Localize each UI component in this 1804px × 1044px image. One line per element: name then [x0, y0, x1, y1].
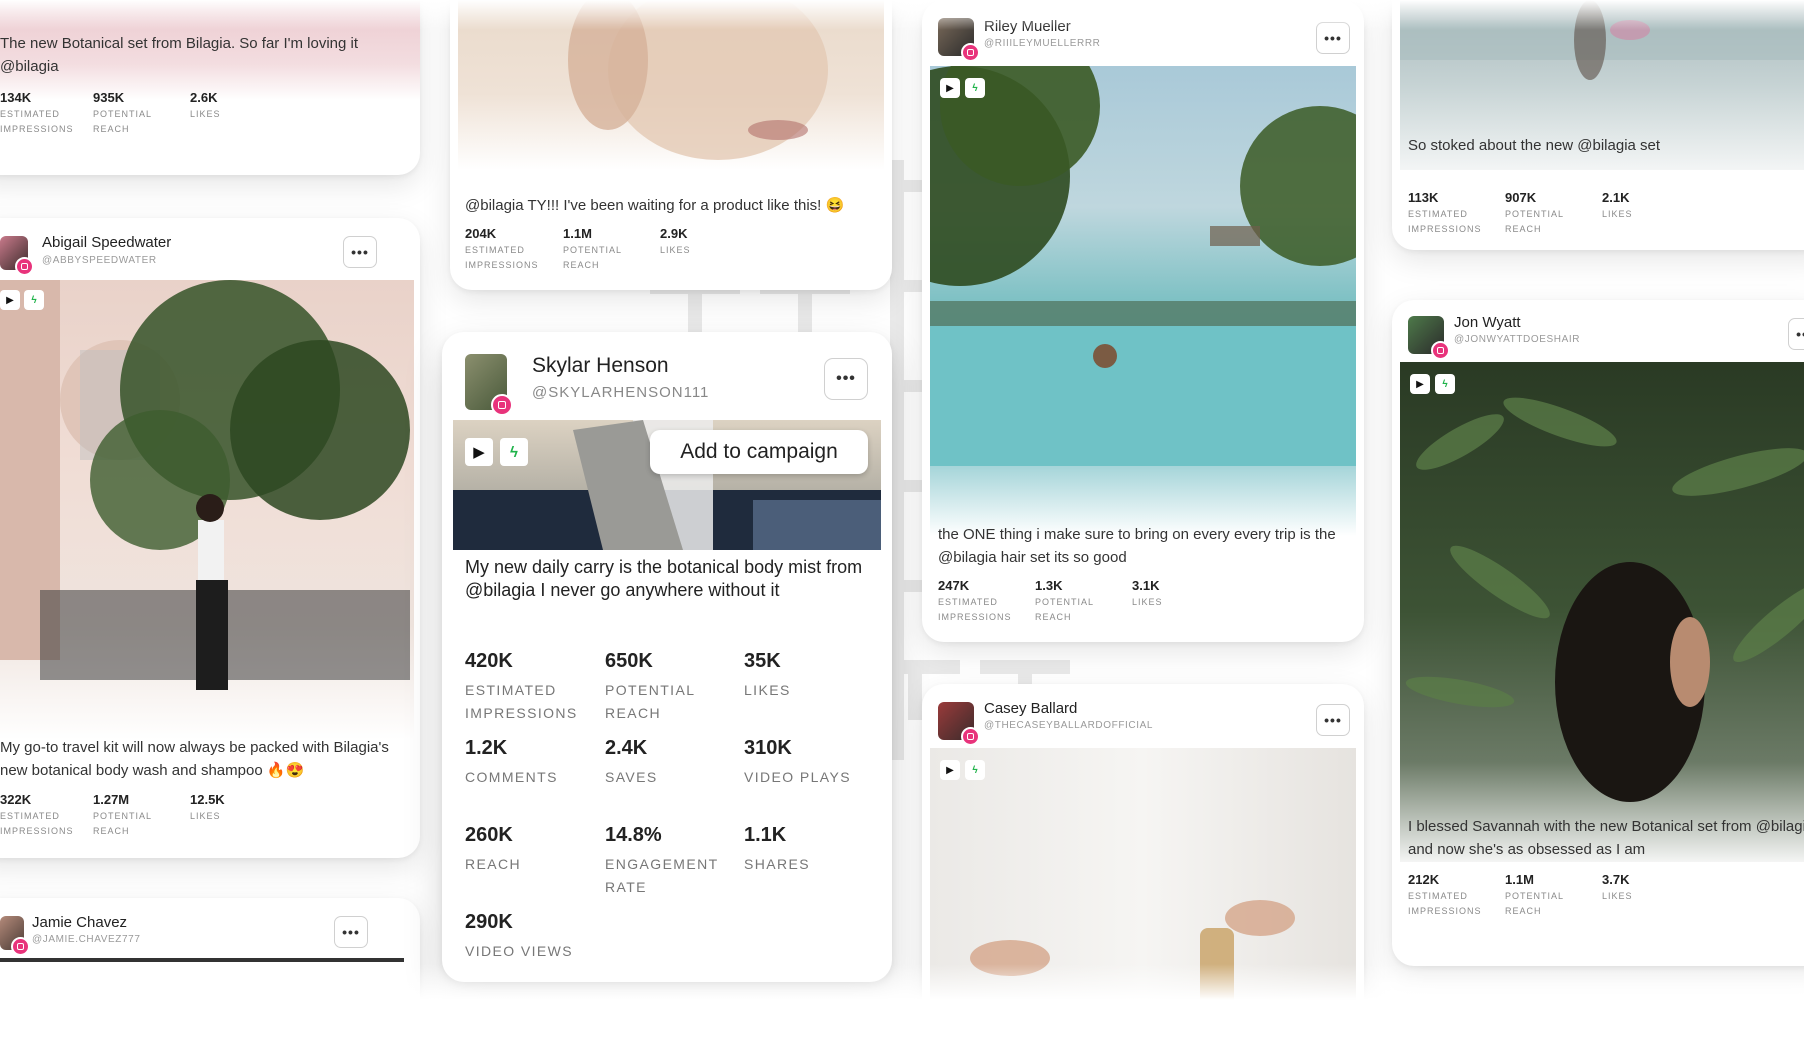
- instagram-icon: [11, 937, 30, 956]
- user-handle: @JONWYATTDOESHAIR: [1454, 334, 1581, 345]
- stat-potential-reach: 907K POTENTIAL REACH: [1505, 190, 1564, 234]
- more-options-button[interactable]: •••: [343, 236, 377, 268]
- post-caption: The new Botanical set from Bilagia. So f…: [0, 35, 359, 75]
- post-image[interactable]: [930, 748, 1356, 1044]
- more-options-button[interactable]: •••: [334, 916, 368, 948]
- stat-comments: 1.2K COMMENTS: [465, 737, 558, 785]
- stat-likes: 2.1K LIKES: [1602, 190, 1633, 219]
- stat-potential-reach: 935K POTENTIAL REACH: [93, 90, 152, 134]
- avatar: [465, 354, 513, 416]
- avatar: [938, 18, 980, 62]
- avatar: [1408, 316, 1450, 360]
- post-card[interactable]: Jon Wyatt @JONWYATTDOESHAIR ••• ▶ ϟ I bl…: [1392, 300, 1804, 966]
- user-name: Abigail Speedwater: [42, 234, 172, 251]
- stat-potential-reach: 650K POTENTIAL REACH: [605, 650, 695, 721]
- instagram-icon: [1431, 341, 1450, 360]
- post-photo: [1405, 397, 1804, 802]
- bolt-icon[interactable]: ϟ: [24, 290, 44, 310]
- post-caption: My new daily carry is the botanical body…: [465, 557, 863, 600]
- post-photo: [0, 280, 410, 690]
- user-name: Riley Mueller: [984, 18, 1071, 35]
- post-image[interactable]: [930, 66, 1356, 536]
- post-card[interactable]: The new Botanical set from Bilagia. So f…: [0, 0, 420, 175]
- post-card[interactable]: Abigail Speedwater @ABBYSPEEDWATER ••• ▶…: [0, 218, 420, 858]
- instagram-icon: [961, 43, 980, 62]
- stat-likes: 3.1K LIKES: [1132, 578, 1163, 607]
- post-caption: the ONE thing i make sure to bring on ev…: [938, 526, 1336, 566]
- post-image[interactable]: [1400, 362, 1804, 862]
- user-name: Skylar Henson: [532, 354, 669, 377]
- more-options-button[interactable]: •••: [1788, 318, 1804, 350]
- post-image[interactable]: [0, 280, 414, 740]
- stat-engagement-rate: 14.8% ENGAGEMENT RATE: [605, 824, 719, 895]
- user-name: Jamie Chavez: [32, 914, 128, 931]
- play-icon[interactable]: ▶: [1410, 374, 1430, 394]
- avatar: [0, 236, 34, 276]
- post-image[interactable]: [0, 958, 404, 962]
- avatar: [938, 702, 980, 746]
- user-handle: @RIIILEYMUELLERRR: [984, 38, 1101, 49]
- post-card[interactable]: Riley Mueller @RIIILEYMUELLERRR ••• ▶ ϟ …: [922, 0, 1364, 642]
- post-caption: So stoked about the new @bilagia set: [1408, 137, 1661, 154]
- stat-impressions: 113K ESTIMATED IMPRESSIONS: [1408, 190, 1482, 234]
- stat-video-views: 290K VIDEO VIEWS: [465, 911, 573, 959]
- stat-likes: 35K LIKES: [744, 650, 791, 698]
- post-caption: I blessed Savannah with the new Botanica…: [1408, 818, 1804, 858]
- post-caption: @bilagia TY!!! I've been waiting for a p…: [465, 197, 845, 214]
- post-card[interactable]: @bilagia TY!!! I've been waiting for a p…: [450, 0, 892, 290]
- post-card[interactable]: Casey Ballard @THECASEYBALLARDOFFICIAL •…: [922, 684, 1364, 1044]
- stat-video-plays: 310K VIDEO PLAYS: [744, 737, 851, 785]
- more-options-button[interactable]: •••: [1316, 22, 1350, 54]
- stat-potential-reach: 1.3K POTENTIAL REACH: [1035, 578, 1094, 622]
- post-card[interactable]: Jamie Chavez @JAMIE.CHAVEZ777 •••: [0, 898, 420, 1038]
- stat-potential-reach: 1.1M POTENTIAL REACH: [563, 226, 622, 270]
- stat-saves: 2.4K SAVES: [605, 737, 658, 785]
- user-name: Jon Wyatt: [1454, 314, 1521, 331]
- stat-reach: 260K REACH: [465, 824, 522, 872]
- post-photo: [568, 0, 828, 160]
- stat-likes: 2.6K LIKES: [190, 90, 221, 119]
- play-icon[interactable]: ▶: [940, 760, 960, 780]
- post-photo: [930, 66, 1356, 466]
- user-name: Casey Ballard: [984, 700, 1078, 717]
- more-options-button[interactable]: •••: [824, 358, 868, 400]
- stat-impressions: 204K ESTIMATED IMPRESSIONS: [465, 226, 539, 270]
- stat-impressions: 322K ESTIMATED IMPRESSIONS: [0, 792, 74, 836]
- stat-impressions: 420K ESTIMATED IMPRESSIONS: [465, 650, 578, 721]
- bolt-icon[interactable]: ϟ: [1435, 374, 1455, 394]
- post-image[interactable]: [458, 0, 884, 170]
- user-handle: @THECASEYBALLARDOFFICIAL: [984, 720, 1154, 731]
- bolt-icon[interactable]: ϟ: [965, 78, 985, 98]
- featured-post-card[interactable]: Skylar Henson @SKYLARHENSON111 ••• ▶ ϟ A…: [442, 332, 892, 982]
- play-icon[interactable]: ▶: [0, 290, 20, 310]
- avatar: [0, 916, 30, 956]
- bolt-icon[interactable]: ϟ: [500, 438, 528, 466]
- stat-impressions: 247K ESTIMATED IMPRESSIONS: [938, 578, 1012, 622]
- more-options-button[interactable]: •••: [1316, 704, 1350, 736]
- stat-likes: 2.9K LIKES: [660, 226, 691, 255]
- stat-impressions: 134K ESTIMATED IMPRESSIONS: [0, 90, 74, 134]
- stat-potential-reach: 1.27M POTENTIAL REACH: [93, 792, 152, 836]
- instagram-icon: [491, 394, 513, 416]
- bolt-icon[interactable]: ϟ: [965, 760, 985, 780]
- user-handle: @SKYLARHENSON111: [532, 384, 710, 401]
- stat-potential-reach: 1.1M POTENTIAL REACH: [1505, 872, 1564, 916]
- post-photo: [970, 900, 1295, 1018]
- play-icon[interactable]: ▶: [940, 78, 960, 98]
- post-card[interactable]: So stoked about the new @bilagia set 113…: [1392, 0, 1804, 250]
- instagram-icon: [961, 727, 980, 746]
- play-icon[interactable]: ▶: [465, 438, 493, 466]
- post-caption: My go-to travel kit will now always be p…: [0, 739, 389, 779]
- user-handle: @JAMIE.CHAVEZ777: [32, 934, 141, 945]
- add-to-campaign-button[interactable]: Add to campaign: [650, 430, 868, 474]
- stat-likes: 12.5K LIKES: [190, 792, 225, 821]
- user-handle: @ABBYSPEEDWATER: [42, 255, 157, 266]
- stat-impressions: 212K ESTIMATED IMPRESSIONS: [1408, 872, 1482, 916]
- instagram-icon: [15, 257, 34, 276]
- stat-shares: 1.1K SHARES: [744, 824, 810, 872]
- stat-likes: 3.7K LIKES: [1602, 872, 1633, 901]
